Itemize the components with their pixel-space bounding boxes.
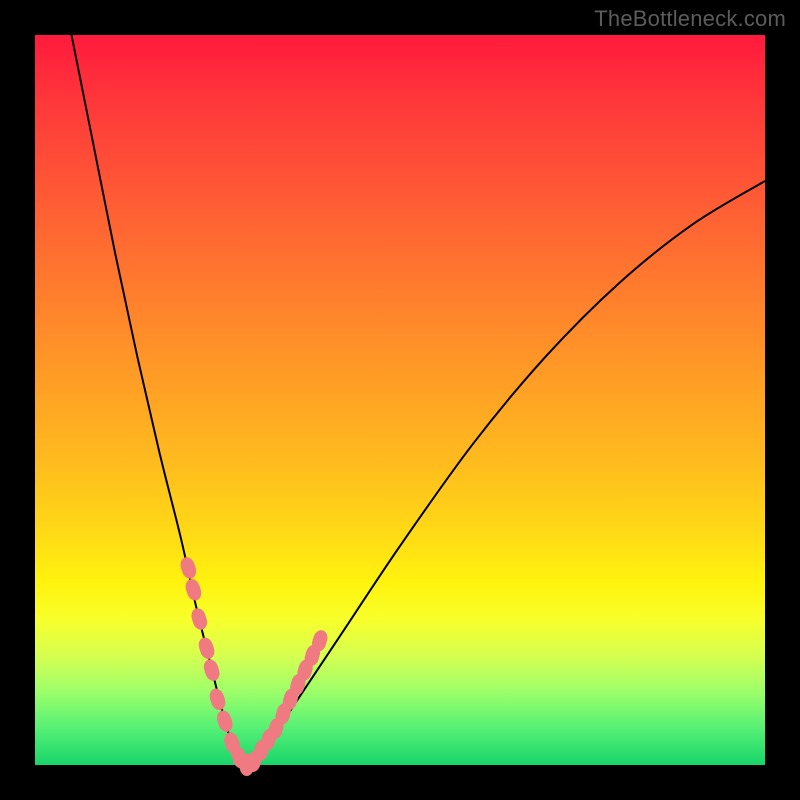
- curve-marker: [207, 687, 227, 712]
- curve-marker: [196, 636, 216, 661]
- curve-marker: [183, 577, 203, 602]
- curve-marker: [202, 657, 222, 682]
- chart-frame: TheBottleneck.com: [0, 0, 800, 800]
- curve-layer: [35, 35, 765, 765]
- plot-area: [35, 35, 765, 765]
- bottleneck-curve: [72, 35, 766, 765]
- watermark-text: TheBottleneck.com: [594, 6, 786, 32]
- curve-marker: [189, 606, 209, 631]
- curve-markers: [178, 555, 329, 776]
- curve-marker: [178, 555, 198, 580]
- curve-marker: [215, 709, 235, 734]
